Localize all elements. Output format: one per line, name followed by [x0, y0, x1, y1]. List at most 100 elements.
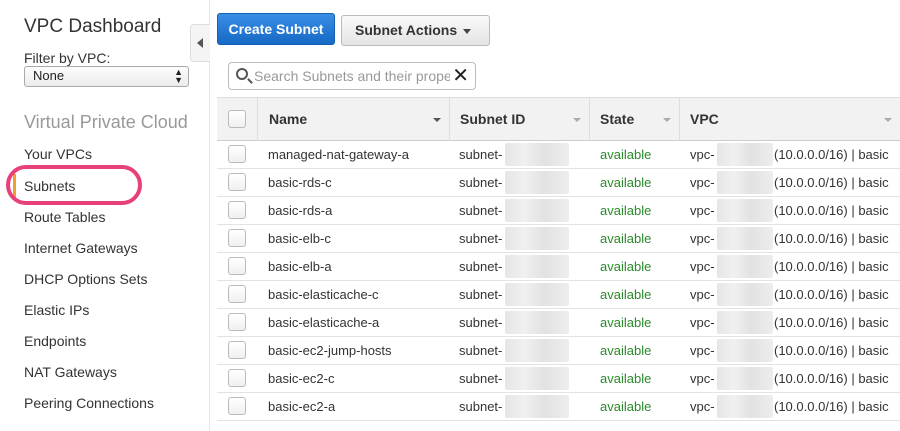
sidebar-item-dhcp-options-sets[interactable]: DHCP Options Sets: [24, 271, 147, 287]
sidebar: VPC Dashboard Filter by VPC: None ▲ ▼ Vir…: [0, 0, 210, 431]
sidebar-item-nat-gateways[interactable]: NAT Gateways: [24, 364, 117, 380]
search-box: ✕: [228, 62, 476, 90]
redacted-subnet-id: [505, 143, 569, 166]
redacted-vpc-id: [717, 171, 773, 194]
row-checkbox[interactable]: [228, 285, 246, 303]
sidebar-item-peering-connections[interactable]: Peering Connections: [24, 395, 154, 411]
table-row[interactable]: basic-elasticache-c subnet-available vpc-(…: [217, 281, 900, 309]
filter-label: Filter by VPC:: [24, 50, 111, 66]
row-checkbox[interactable]: [228, 313, 246, 331]
section-title: Virtual Private Cloud: [24, 112, 188, 132]
redacted-subnet-id: [505, 339, 569, 362]
redacted-subnet-id: [505, 367, 569, 390]
cell-vpc-suffix: (10.0.0.0/16) | basic: [774, 175, 889, 190]
redacted-vpc-id: [717, 311, 773, 334]
sidebar-item-endpoints[interactable]: Endpoints: [24, 333, 86, 349]
sidebar-item-internet-gateways[interactable]: Internet Gateways: [24, 240, 138, 256]
sort-icon: [573, 118, 581, 122]
sidebar-collapse-button[interactable]: [190, 24, 210, 62]
state-badge: available: [600, 231, 652, 246]
vpc-filter-select[interactable]: None ▲ ▼: [24, 66, 189, 87]
redacted-subnet-id: [505, 255, 569, 278]
redacted-vpc-id: [717, 255, 773, 278]
sort-icon: [433, 118, 441, 122]
redacted-subnet-id: [505, 311, 569, 334]
redacted-vpc-id: [717, 395, 773, 418]
table-row[interactable]: basic-ec2-c subnet-available vpc- (10.0.0.0…: [217, 365, 900, 393]
table-row[interactable]: basic-elasticache-a subnet-available vpc-(…: [217, 309, 900, 337]
row-checkbox[interactable]: [228, 369, 246, 387]
cell-vpc-suffix: (10.0.0.0/16) | basic: [774, 315, 889, 330]
state-badge: available: [600, 175, 652, 190]
subnet-actions-label: Subnet Actions: [355, 22, 458, 38]
cell-vpc-suffix: (10.0.0.0/16) | basic: [774, 203, 889, 218]
vpc-filter-value: None: [33, 68, 65, 83]
redacted-subnet-id: [505, 283, 569, 306]
cell-vpc-suffix: (10.0.0.0/16) | basic: [774, 147, 889, 162]
select-arrows-icon: ▲ ▼: [174, 67, 183, 85]
cell-vpc-suffix: (10.0.0.0/16) | basic: [774, 287, 889, 302]
cell-name: basic-elb-a: [268, 259, 332, 274]
search-icon: [236, 68, 248, 80]
cell-name: basic-elasticache-a: [268, 315, 380, 330]
sidebar-item-elastic-ips[interactable]: Elastic IPs: [24, 302, 89, 318]
row-checkbox[interactable]: [228, 397, 246, 415]
table-row[interactable]: basic-ec2-a subnet-available vpc- (10.0.0.0…: [217, 393, 900, 421]
redacted-vpc-id: [717, 227, 773, 250]
chevron-left-icon: [197, 38, 203, 48]
table-row[interactable]: basic-rds-c subnet-available vpc- (10.0.0.0…: [217, 169, 900, 197]
column-header-state[interactable]: State: [589, 98, 679, 141]
table-row[interactable]: basic-ec2-jump-hosts subnet-available vpc-…: [217, 337, 900, 365]
column-header-name[interactable]: Name: [257, 98, 449, 141]
close-icon[interactable]: ✕: [452, 64, 469, 88]
redacted-vpc-id: [717, 367, 773, 390]
cell-vpc-suffix: (10.0.0.0/16) | basic: [774, 371, 889, 386]
row-checkbox[interactable]: [228, 173, 246, 191]
cell-name: basic-ec2-jump-hosts: [268, 343, 392, 358]
redacted-subnet-id: [505, 395, 569, 418]
sidebar-title[interactable]: VPC Dashboard: [24, 16, 161, 38]
state-badge: available: [600, 343, 652, 358]
row-checkbox[interactable]: [228, 229, 246, 247]
table-row[interactable]: basic-elb-c subnet-available vpc- (10.0.0.0…: [217, 225, 900, 253]
redacted-subnet-id: [505, 171, 569, 194]
row-checkbox[interactable]: [228, 341, 246, 359]
state-badge: available: [600, 259, 652, 274]
cell-vpc-suffix: (10.0.0.0/16) | basic: [774, 399, 889, 414]
cell-name: managed-nat-gateway-a: [268, 147, 409, 162]
sidebar-item-route-tables[interactable]: Route Tables: [24, 209, 105, 225]
cell-name: basic-rds-a: [268, 203, 333, 218]
cell-name: basic-ec2-c: [268, 371, 335, 386]
highlight-circle-annotation: [6, 165, 142, 205]
create-subnet-button[interactable]: Create Subnet: [217, 13, 335, 45]
table-row[interactable]: basic-rds-a subnet-available vpc- (10.0.0.0…: [217, 197, 900, 225]
state-badge: available: [600, 287, 652, 302]
sort-icon: [663, 118, 671, 122]
table-row[interactable]: basic-elb-a subnet-available vpc- (10.0.0.0…: [217, 253, 900, 281]
cell-vpc-suffix: (10.0.0.0/16) | basic: [774, 259, 889, 274]
cell-name: basic-ec2-a: [268, 399, 336, 414]
redacted-vpc-id: [717, 143, 773, 166]
state-badge: available: [600, 203, 652, 218]
sidebar-item-your-vpcs[interactable]: Your VPCs: [24, 146, 92, 162]
row-checkbox[interactable]: [228, 257, 246, 275]
state-badge: available: [600, 315, 652, 330]
state-badge: available: [600, 147, 652, 162]
table-header: Name Subnet ID State VPC: [217, 97, 900, 141]
sort-icon: [884, 118, 892, 122]
redacted-vpc-id: [717, 339, 773, 362]
row-checkbox[interactable]: [228, 145, 246, 163]
row-checkbox[interactable]: [228, 201, 246, 219]
search-input[interactable]: [254, 65, 450, 87]
select-all-checkbox[interactable]: [228, 110, 246, 128]
cell-name: basic-elasticache-c: [268, 287, 379, 302]
column-header-subnet-id[interactable]: Subnet ID: [449, 98, 589, 141]
chevron-down-icon: [463, 29, 471, 34]
state-badge: available: [600, 371, 652, 386]
column-header-vpc[interactable]: VPC: [679, 98, 900, 141]
redacted-subnet-id: [505, 199, 569, 222]
redacted-vpc-id: [717, 283, 773, 306]
subnet-actions-button[interactable]: Subnet Actions: [341, 15, 490, 46]
table-row[interactable]: managed-nat-gateway-a subnet-available vpc…: [217, 141, 900, 169]
cell-vpc-suffix: (10.0.0.0/16) | basic: [774, 343, 889, 358]
